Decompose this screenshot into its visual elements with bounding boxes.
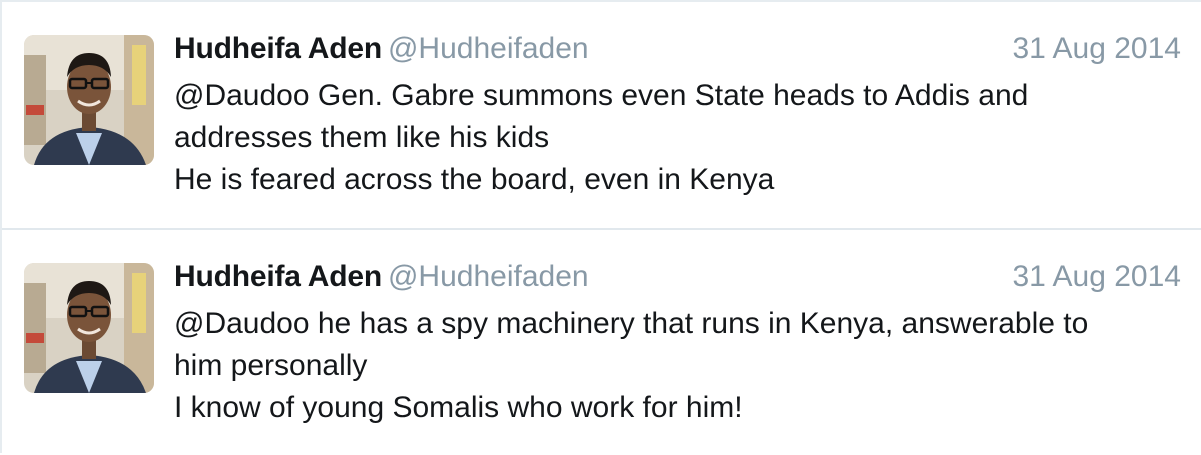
user-handle[interactable]: @Hudheifaden (388, 260, 589, 293)
display-name[interactable]: Hudheifa Aden (174, 260, 382, 293)
tweet-text-line: @Daudoo Gen. Gabre summons even State he… (174, 79, 1029, 112)
tweet-text-line: @Daudoo he has a spy machinery that runs… (174, 307, 1089, 340)
tweet-text-line: addresses them like his kids (174, 121, 550, 154)
tweet-item[interactable]: Hudheifa Aden @Hudheifaden 31 Aug 2014 @D… (2, 230, 1201, 455)
tweet-text: @Daudoo he has a spy machinery that runs… (174, 303, 1171, 429)
tweet-text-line: He is feared across the board, even in K… (174, 163, 775, 196)
tweet-text: @Daudoo Gen. Gabre summons even State he… (174, 75, 1171, 201)
profile-photo-icon (24, 263, 154, 393)
tweet-timestamp[interactable]: 31 Aug 2014 (1012, 260, 1181, 294)
avatar[interactable] (24, 263, 154, 393)
tweet-item[interactable]: Hudheifa Aden @Hudheifaden 31 Aug 2014 @D… (2, 2, 1201, 230)
avatar[interactable] (24, 35, 154, 165)
tweet-text-line: him personally (174, 349, 368, 382)
tweet-header: Hudheifa Aden @Hudheifaden 31 Aug 2014 (174, 260, 1181, 300)
profile-photo-icon (24, 35, 154, 165)
display-name[interactable]: Hudheifa Aden (174, 32, 382, 65)
tweet-text-line: I know of young Somalis who work for him… (174, 391, 743, 424)
user-handle[interactable]: @Hudheifaden (388, 32, 589, 65)
tweet-header: Hudheifa Aden @Hudheifaden 31 Aug 2014 (174, 32, 1181, 72)
tweet-timeline: Hudheifa Aden @Hudheifaden 31 Aug 2014 @D… (0, 0, 1201, 453)
tweet-timestamp[interactable]: 31 Aug 2014 (1012, 32, 1181, 66)
